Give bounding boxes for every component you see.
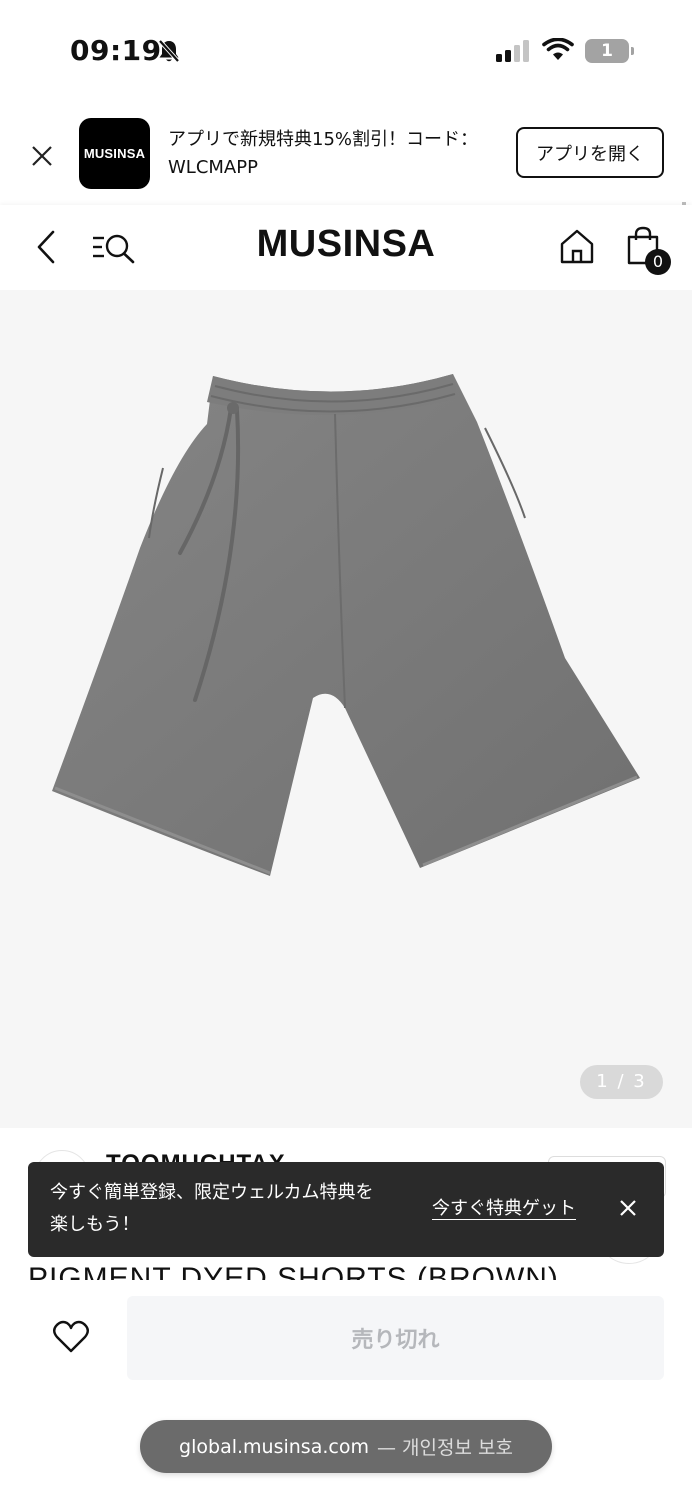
banner-promo-text: アプリで新規特典15%割引！コード： WLCMAPP	[168, 126, 498, 182]
wifi-icon	[542, 38, 574, 60]
browser-domain: global.musinsa.com	[179, 1435, 369, 1458]
open-app-button[interactable]: アプリを開く	[516, 127, 664, 178]
toast-message-line1: 今すぐ簡単登録、限定ウェルカム特典を	[50, 1182, 374, 1203]
status-time: 09:19	[70, 34, 162, 67]
banner-promo-code: WLCMAPP	[168, 157, 258, 178]
app-logo: MUSINSA	[79, 118, 150, 189]
signal-icon	[496, 40, 529, 62]
toast-message-line2: 楽しもう！	[50, 1214, 140, 1235]
site-header: MUSINSA 0	[0, 205, 692, 290]
close-icon[interactable]	[618, 1198, 638, 1218]
close-icon[interactable]	[28, 142, 56, 170]
product-image-carousel[interactable]: 1 / 3	[0, 290, 692, 1128]
heart-icon[interactable]	[52, 1320, 90, 1354]
product-photo-shorts	[52, 374, 640, 876]
cart-count-badge: 0	[645, 249, 671, 275]
sold-out-button[interactable]: 売り切れ	[127, 1296, 664, 1380]
purchase-bar: 売り切れ global.musinsa.com — 개인정보 보호	[0, 1280, 692, 1500]
privacy-label: — 개인정보 보호	[376, 1437, 513, 1459]
app-download-banner: MUSINSA アプリで新規特典15%割引！コード： WLCMAPP アプリを開…	[0, 108, 692, 202]
signup-toast: 今すぐ簡単登録、限定ウェルカム特典を 楽しもう！ 今すぐ特典ゲット	[28, 1162, 664, 1257]
home-icon[interactable]	[558, 227, 596, 265]
image-counter: 1 / 3	[580, 1065, 663, 1099]
banner-promo-line1: アプリで新規特典15%割引！コード：	[168, 129, 479, 150]
battery-icon: 1	[585, 39, 629, 63]
status-bar: 09:19 1	[0, 0, 692, 100]
get-benefit-link[interactable]: 今すぐ特典ゲット	[432, 1194, 576, 1220]
browser-url-pill[interactable]: global.musinsa.com — 개인정보 보호	[140, 1420, 552, 1473]
bell-slash-icon	[158, 39, 180, 63]
toast-message: 今すぐ簡単登録、限定ウェルカム特典を 楽しもう！	[50, 1177, 420, 1241]
battery-tip	[631, 47, 634, 55]
